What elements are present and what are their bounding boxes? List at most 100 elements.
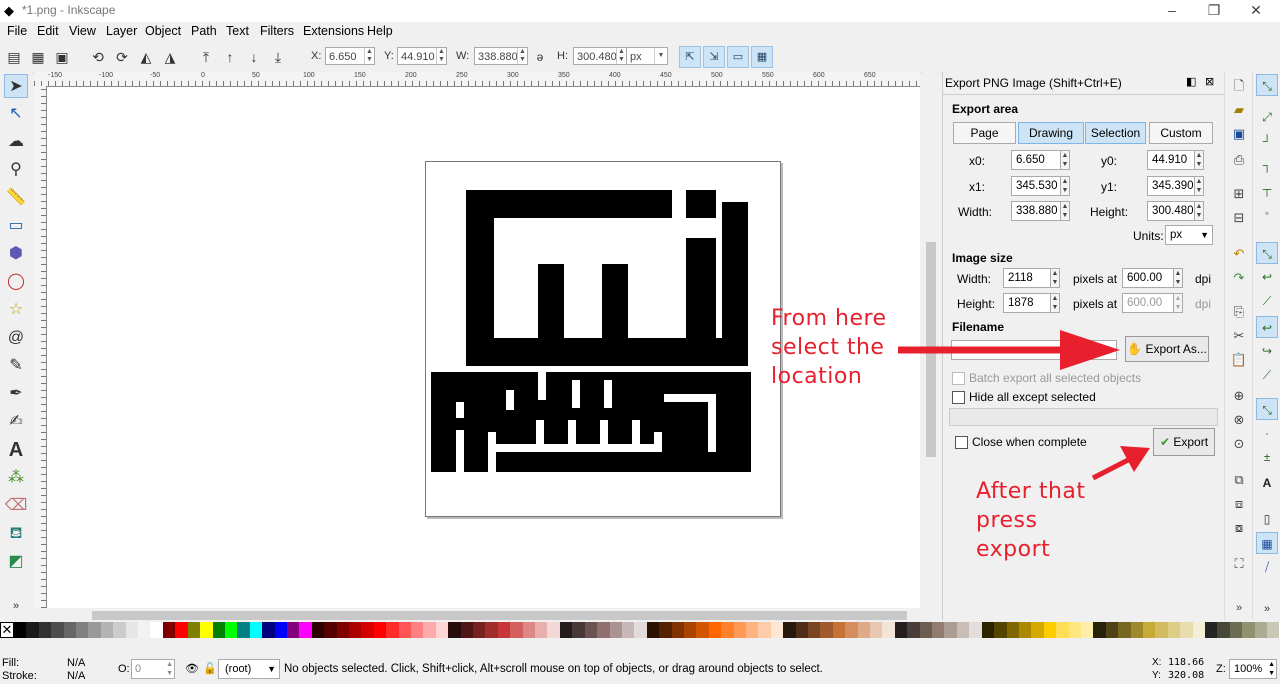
menu-text[interactable]: Text — [226, 24, 249, 38]
gradient-tool-icon[interactable]: ◩ — [4, 550, 28, 574]
group-icon[interactable]: ⛶ — [1229, 554, 1249, 574]
color-swatch[interactable] — [1180, 622, 1193, 638]
color-swatch[interactable] — [1205, 622, 1218, 638]
color-swatch[interactable] — [1105, 622, 1119, 638]
horizontal-scrollbar[interactable] — [47, 608, 937, 622]
color-swatch[interactable] — [460, 622, 474, 638]
snap-rotation-center-icon[interactable]: ± — [1256, 446, 1278, 468]
color-swatch[interactable] — [994, 622, 1007, 638]
move-patterns-button[interactable]: ▦ — [751, 46, 773, 68]
color-swatch[interactable] — [808, 622, 821, 638]
rectangle-tool-icon[interactable]: ▭ — [4, 214, 28, 238]
color-swatch[interactable] — [621, 622, 635, 638]
color-swatch[interactable] — [411, 622, 424, 638]
color-swatch[interactable] — [820, 622, 833, 638]
flip-horizontal-icon[interactable]: ◭ — [136, 47, 156, 67]
color-swatch[interactable] — [547, 622, 560, 638]
color-swatch[interactable] — [696, 622, 709, 638]
scale-corners-button[interactable]: ⇲ — [703, 46, 725, 68]
horizontal-scroll-thumb[interactable] — [92, 611, 907, 620]
fill-value[interactable]: N/A — [67, 657, 85, 669]
dpi-x-field[interactable]: 600.00 — [1122, 268, 1174, 288]
menu-filters[interactable]: Filters — [260, 24, 294, 38]
color-swatch[interactable] — [38, 622, 52, 638]
color-swatch[interactable] — [311, 622, 325, 638]
color-swatch[interactable] — [708, 622, 722, 638]
color-swatch[interactable] — [1254, 622, 1268, 638]
stroke-value[interactable]: N/A — [67, 670, 85, 682]
opacity-spinner[interactable]: ▲ ▼ — [166, 660, 173, 678]
select-all-icon[interactable]: ▤ — [4, 47, 24, 67]
image-height-field[interactable]: 1878 — [1003, 293, 1051, 313]
vertical-scroll-thumb[interactable] — [926, 242, 936, 457]
color-swatch[interactable] — [845, 622, 858, 638]
color-swatch[interactable] — [870, 622, 883, 638]
tab-drawing[interactable]: Drawing — [1018, 122, 1084, 144]
color-swatch[interactable] — [522, 622, 536, 638]
ellipse-tool-icon[interactable]: ◯ — [4, 270, 28, 294]
color-swatch[interactable] — [1217, 622, 1230, 638]
snap-overflow-icon[interactable]: » — [1256, 598, 1278, 620]
color-swatch[interactable] — [882, 622, 895, 638]
color-swatch[interactable] — [448, 622, 461, 638]
lock-ratio-icon[interactable]: ə — [530, 47, 550, 67]
color-swatch[interactable] — [733, 622, 746, 638]
color-swatch[interactable] — [212, 622, 225, 638]
color-swatch[interactable] — [485, 622, 498, 638]
color-swatch[interactable] — [262, 622, 275, 638]
color-swatch[interactable] — [597, 622, 610, 638]
color-swatch[interactable] — [510, 622, 523, 638]
color-swatch[interactable] — [361, 622, 374, 638]
spiral-tool-icon[interactable]: @ — [4, 326, 28, 350]
color-swatch[interactable] — [100, 622, 114, 638]
snap-nodes-icon[interactable]: ⤡ — [1256, 242, 1278, 264]
color-swatch[interactable] — [473, 622, 486, 638]
layer-select[interactable]: (root) ▼ — [218, 659, 280, 679]
color-swatch[interactable] — [795, 622, 808, 638]
color-swatch[interactable] — [237, 622, 250, 638]
menu-file[interactable]: File — [7, 24, 27, 38]
color-swatch[interactable] — [832, 622, 846, 638]
zoom-drawing-icon[interactable]: ⊗ — [1229, 410, 1249, 430]
deselect-icon[interactable]: ▣ — [52, 47, 72, 67]
color-swatch[interactable] — [336, 622, 349, 638]
pencil-tool-icon[interactable]: ✎ — [4, 354, 28, 378]
3d-box-tool-icon[interactable]: ⬢ — [4, 242, 28, 266]
snap-bbox-midpoint-icon[interactable]: ┬ — [1256, 178, 1278, 200]
snap-toggle-icon[interactable]: ⤡ — [1256, 74, 1278, 96]
color-swatch[interactable] — [386, 622, 399, 638]
y0-field[interactable]: 44.910 — [1147, 150, 1195, 170]
spray-tool-icon[interactable]: ⁂ — [4, 466, 28, 490]
color-swatch[interactable] — [348, 622, 362, 638]
snap-cusp-nodes-icon[interactable]: ↩ — [1256, 316, 1278, 338]
color-swatch[interactable] — [324, 622, 337, 638]
tab-page[interactable]: Page — [953, 122, 1016, 144]
measure-tool-icon[interactable]: 📏 — [4, 186, 28, 210]
color-swatch[interactable] — [1056, 622, 1069, 638]
color-swatch[interactable] — [150, 622, 163, 638]
color-swatch[interactable] — [758, 622, 771, 638]
export-icon[interactable]: ⊟ — [1229, 208, 1249, 228]
color-swatch[interactable] — [1006, 622, 1019, 638]
color-swatch[interactable] — [274, 622, 287, 638]
color-swatch[interactable] — [584, 622, 598, 638]
lower-to-bottom-icon[interactable]: ⤓ — [268, 47, 288, 67]
h-spinner[interactable]: ▲ ▼ — [616, 48, 626, 64]
color-swatch[interactable] — [1242, 622, 1255, 638]
undo-icon[interactable]: ↶ — [1229, 244, 1249, 264]
toolbox-overflow-icon[interactable]: » — [4, 594, 28, 618]
color-swatch[interactable] — [572, 622, 585, 638]
menu-path[interactable]: Path — [191, 24, 217, 38]
unit-select[interactable]: px ▼ — [626, 47, 668, 65]
menu-layer[interactable]: Layer — [106, 24, 137, 38]
snap-smooth-nodes-icon[interactable]: ↪ — [1256, 340, 1278, 362]
width-field[interactable]: 338.880 — [1011, 201, 1061, 221]
export-button[interactable]: ✔ Export — [1153, 428, 1215, 456]
color-swatch[interactable] — [634, 622, 647, 638]
tab-selection[interactable]: Selection — [1085, 122, 1146, 144]
color-swatch[interactable] — [659, 622, 672, 638]
color-swatch[interactable] — [721, 622, 734, 638]
color-swatch[interactable] — [1130, 622, 1143, 638]
color-swatch[interactable] — [932, 622, 945, 638]
zoom-selection-icon[interactable]: ⊕ — [1229, 386, 1249, 406]
